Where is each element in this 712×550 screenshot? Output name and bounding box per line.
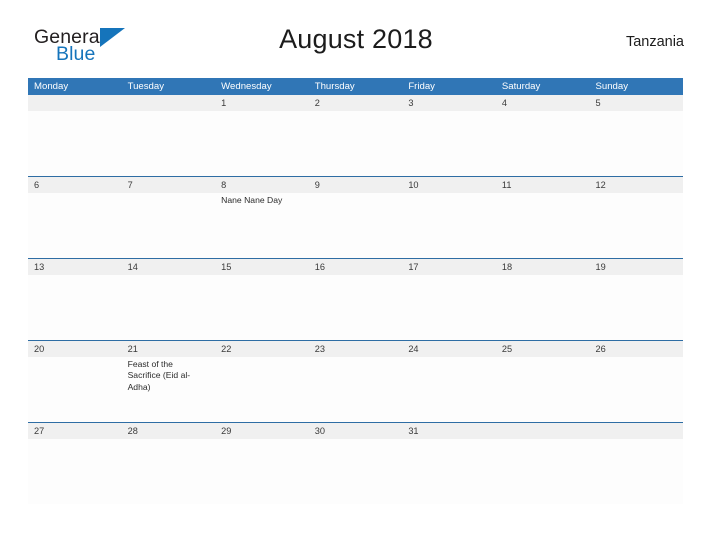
day-event-empty (589, 275, 683, 340)
day-number-band: 27 28 29 30 31 (28, 423, 683, 439)
day-number-empty (589, 423, 683, 439)
day-number-empty (122, 95, 216, 111)
day-event-empty (496, 193, 590, 258)
calendar-grid: Monday Tuesday Wednesday Thursday Friday Satu… (28, 78, 683, 504)
day-event-empty (496, 357, 590, 422)
day-event-empty (309, 111, 403, 176)
day-number[interactable]: 19 (589, 259, 683, 275)
day-event-empty (122, 111, 216, 176)
weekday-header-wednesday: Wednesday (221, 81, 272, 92)
day-event-empty (28, 111, 122, 176)
page-header: General Blue August 2018 Tanzania (28, 0, 684, 65)
country-label: Tanzania (625, 34, 684, 50)
day-event-empty (589, 357, 683, 422)
day-number[interactable]: 27 (28, 423, 122, 439)
day-event-empty (28, 357, 122, 422)
day-event-empty (215, 275, 309, 340)
day-event-empty (402, 111, 496, 176)
weekday-header-friday: Friday (408, 81, 435, 92)
day-event-empty (309, 275, 403, 340)
day-event-empty (402, 357, 496, 422)
day-number[interactable]: 16 (309, 259, 403, 275)
weekday-header-row: Monday Tuesday Wednesday Thursday Friday Satu… (28, 78, 683, 95)
day-number[interactable]: 3 (402, 95, 496, 111)
day-number[interactable]: 7 (122, 177, 216, 193)
page-title: August 2018 (279, 24, 433, 54)
day-event-empty (122, 275, 216, 340)
day-number-band: 13 14 15 16 17 18 19 (28, 259, 683, 275)
day-event-empty (402, 439, 496, 504)
day-number[interactable]: 12 (589, 177, 683, 193)
day-number[interactable]: 30 (309, 423, 403, 439)
day-event-band: Nane Nane Day (28, 193, 683, 258)
day-event-empty (309, 357, 403, 422)
day-number[interactable]: 11 (496, 177, 590, 193)
day-number[interactable]: 1 (215, 95, 309, 111)
day-number[interactable]: 24 (402, 341, 496, 357)
day-event-empty (496, 275, 590, 340)
day-number[interactable]: 10 (402, 177, 496, 193)
day-number[interactable]: 14 (122, 259, 216, 275)
calendar-week-row: 13 14 15 16 17 18 19 (28, 258, 683, 340)
day-number-band: 20 21 22 23 24 25 26 (28, 341, 683, 357)
day-event-empty (589, 439, 683, 504)
day-number[interactable]: 8 (215, 177, 309, 193)
calendar-week-row: 27 28 29 30 31 (28, 422, 683, 504)
day-event-empty (215, 111, 309, 176)
day-number[interactable]: 28 (122, 423, 216, 439)
day-event-empty (496, 111, 590, 176)
day-event-empty (402, 193, 496, 258)
day-number[interactable]: 20 (28, 341, 122, 357)
day-event-empty (589, 193, 683, 258)
day-number[interactable]: 25 (496, 341, 590, 357)
day-event-empty (589, 111, 683, 176)
day-number-band: 6 7 8 9 10 11 12 (28, 177, 683, 193)
day-event-empty (215, 357, 309, 422)
day-number[interactable]: 23 (309, 341, 403, 357)
day-event-empty (215, 439, 309, 504)
day-event-label: Feast of the Sacrifice (Eid al-Adha) (127, 359, 191, 392)
weekday-header-sunday: Sunday (595, 81, 629, 92)
weekday-header-tuesday: Tuesday (127, 81, 165, 92)
day-event-empty (122, 439, 216, 504)
day-number[interactable]: 13 (28, 259, 122, 275)
day-event-empty (309, 193, 403, 258)
calendar-weeks: 1 2 3 4 5 6 7 8 9 10 11 12 Nane Nane Day 13 14 15 16 17 18… (28, 95, 683, 504)
weekday-header-thursday: Thursday (314, 81, 355, 92)
day-event-label: Nane Nane Day (221, 195, 283, 205)
calendar-week-row: 12345 (28, 95, 683, 176)
day-event-band (28, 275, 683, 340)
day-number-band: 12345 (28, 95, 683, 111)
day-number[interactable]: 18 (496, 259, 590, 275)
day-number[interactable]: 9 (309, 177, 403, 193)
weekday-header-monday: Monday (34, 81, 69, 92)
day-number[interactable]: 21 (122, 341, 216, 357)
day-event-band: Feast of the Sacrifice (Eid al-Adha) (28, 357, 683, 422)
day-event-empty (309, 439, 403, 504)
day-number[interactable]: 15 (215, 259, 309, 275)
day-number[interactable]: 2 (309, 95, 403, 111)
day-event-empty (28, 439, 122, 504)
day-event-empty (496, 439, 590, 504)
day-number[interactable]: 6 (28, 177, 122, 193)
calendar-page: General Blue August 2018 Tanzania Monday… (0, 0, 712, 550)
day-number[interactable]: 17 (402, 259, 496, 275)
day-number[interactable]: 26 (589, 341, 683, 357)
weekday-header-saturday: Saturday (501, 81, 541, 92)
calendar-week-row: 6 7 8 9 10 11 12 Nane Nane Day (28, 176, 683, 258)
day-event-empty (122, 193, 216, 258)
day-event-band (28, 111, 683, 176)
day-number[interactable]: 5 (589, 95, 683, 111)
day-event-empty (402, 275, 496, 340)
day-number[interactable]: 31 (402, 423, 496, 439)
calendar-week-row: 20 21 22 23 24 25 26 Feast of the Sacrifice (Ei… (28, 340, 683, 422)
day-number[interactable]: 4 (496, 95, 590, 111)
day-event-empty (28, 193, 122, 258)
day-number-empty (28, 95, 122, 111)
day-number[interactable]: 29 (215, 423, 309, 439)
day-number[interactable]: 22 (215, 341, 309, 357)
day-number-empty (496, 423, 590, 439)
day-event-empty (28, 275, 122, 340)
day-event-band (28, 439, 683, 504)
